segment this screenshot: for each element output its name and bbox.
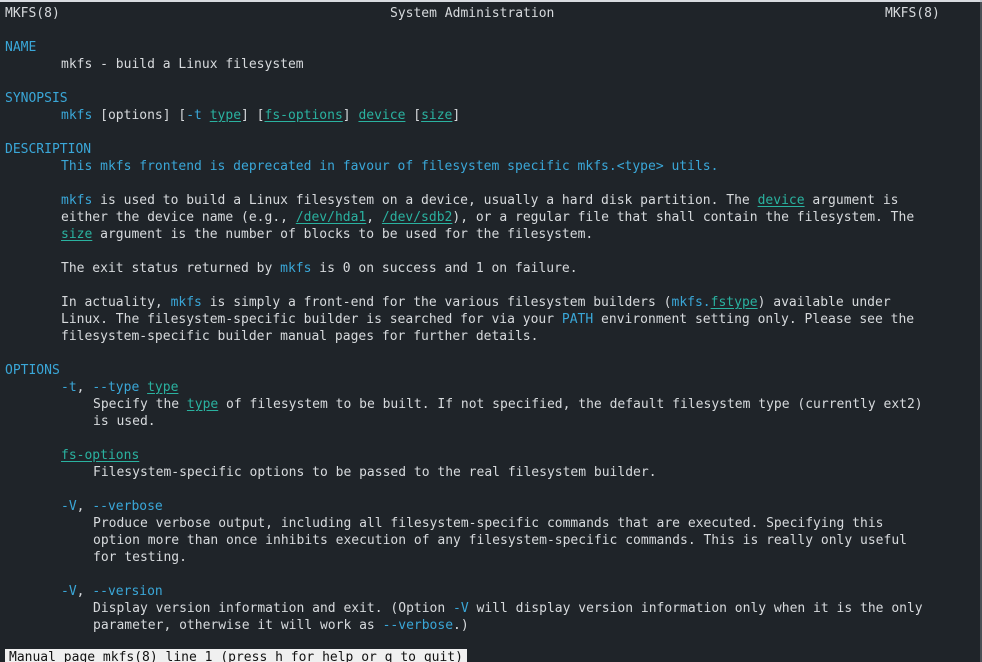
text <box>139 380 147 395</box>
description-paragraph-3-line-3: filesystem-specific builder manual pages… <box>61 329 539 344</box>
flag-V: -V <box>453 601 469 616</box>
text: , <box>76 380 93 395</box>
man-header-center: System Administration <box>390 6 555 21</box>
option-version-term: -V, --version <box>61 583 163 600</box>
type-arg-link[interactable]: type <box>147 380 178 395</box>
flag-verbose: --verbose <box>92 499 163 514</box>
option-type-desc-line-2: is used. <box>93 414 156 429</box>
text: In actuality, <box>61 295 171 310</box>
text: argument is <box>804 193 899 208</box>
text: Specify the <box>93 397 187 412</box>
pager-status-line: Manual page mkfs(8) line 1 (press h for … <box>5 649 467 662</box>
text: environment setting only. Please see the <box>593 312 915 327</box>
option-type-term: -t, --type type <box>61 379 178 396</box>
fs-options-link[interactable]: fs-options <box>61 448 139 463</box>
text: argument is the number of blocks to be u… <box>92 227 594 242</box>
text: of filesystem to be built. If not specif… <box>218 397 923 412</box>
synopsis-text <box>202 108 210 123</box>
synopsis-text: ] [ <box>241 108 265 123</box>
option-verbose-desc-line-3: for testing. <box>93 550 187 565</box>
synopsis-fs-options-link[interactable]: fs-options <box>265 108 343 123</box>
text: ) available under <box>757 295 891 310</box>
text: Linux. The filesystem-specific builder i… <box>61 312 562 327</box>
type-link[interactable]: type <box>187 397 218 412</box>
name-line: mkfs - build a Linux filesystem <box>61 57 304 72</box>
text: will display version information only wh… <box>468 601 923 616</box>
option-verbose-desc-line-2: option more than once inhibits execution… <box>93 533 907 548</box>
section-name-heading: NAME <box>5 40 37 55</box>
cmd-mkfs-dot: mkfs. <box>671 295 711 310</box>
dev-hda1-link[interactable]: /dev/hda1 <box>296 210 366 225</box>
synopsis-text: ] <box>452 108 461 123</box>
text: is used to build a Linux filesystem on a… <box>92 193 758 208</box>
dev-sdb2-link[interactable]: /dev/sdb2 <box>382 210 452 225</box>
text: .) <box>453 618 469 633</box>
fstype-link[interactable]: fstype <box>711 295 758 310</box>
flag-type: --type <box>92 380 140 395</box>
text: ), or a regular file that shall contain … <box>452 210 915 225</box>
flag-version: --version <box>92 584 163 599</box>
description-paragraph-1-line-1: mkfs is used to build a Linux filesystem… <box>61 192 898 209</box>
text: either the device name (e.g., <box>61 210 296 225</box>
text: is 0 on success and 1 on failure. <box>311 261 578 276</box>
synopsis-device-link[interactable]: device <box>358 108 405 123</box>
synopsis-t-flag: -t <box>186 108 202 123</box>
description-paragraph-1-line-2: either the device name (e.g., /dev/hda1,… <box>61 209 914 226</box>
section-options-heading: OPTIONS <box>5 363 60 378</box>
flag-t: -t <box>61 380 77 395</box>
window-top-border <box>0 0 982 2</box>
option-type-desc-line-1: Specify the type of filesystem to be bui… <box>93 396 923 413</box>
cmd-mkfs: mkfs <box>170 295 202 310</box>
flag-V: -V <box>61 499 77 514</box>
text: is simply a front-end for the various fi… <box>201 295 672 310</box>
path-env: PATH <box>561 312 594 327</box>
cmd-mkfs: mkfs <box>61 193 93 208</box>
text: parameter, otherwise it will work as <box>93 618 383 633</box>
text: , <box>76 499 93 514</box>
flag-verbose: --verbose <box>382 618 454 633</box>
text: , <box>76 584 93 599</box>
description-paragraph-2: The exit status returned by mkfs is 0 on… <box>61 260 578 277</box>
synopsis-text: [options] [ <box>92 108 187 123</box>
section-description-heading: DESCRIPTION <box>5 142 92 157</box>
option-fs-options-desc: Filesystem-specific options to be passed… <box>93 465 657 480</box>
option-fs-options-term: fs-options <box>61 447 139 464</box>
description-paragraph-1-line-3: size argument is the number of blocks to… <box>61 226 593 243</box>
option-version-desc-line-1: Display version information and exit. (O… <box>93 600 923 617</box>
synopsis-line: mkfs [options] [-t type] [fs-options] de… <box>61 107 460 124</box>
flag-V: -V <box>61 584 77 599</box>
option-verbose-desc-line-1: Produce verbose output, including all fi… <box>93 516 884 531</box>
description-paragraph-3-line-2: Linux. The filesystem-specific builder i… <box>61 311 914 328</box>
man-header-right: MKFS(8) <box>885 6 940 21</box>
text: , <box>366 210 382 225</box>
text: Display version information and exit. (O… <box>93 601 454 616</box>
size-link[interactable]: size <box>61 227 92 242</box>
synopsis-size-link[interactable]: size <box>421 108 452 123</box>
text: The exit status returned by <box>61 261 281 276</box>
cmd-mkfs: mkfs <box>280 261 312 276</box>
description-paragraph-3-line-1: In actuality, mkfs is simply a front-end… <box>61 294 891 311</box>
synopsis-cmd: mkfs <box>61 108 93 123</box>
deprecation-notice: This mkfs frontend is deprecated in favo… <box>61 159 719 174</box>
device-link[interactable]: device <box>758 193 805 208</box>
synopsis-text: ] <box>342 108 359 123</box>
man-header-left: MKFS(8) <box>5 6 60 21</box>
section-synopsis-heading: SYNOPSIS <box>5 91 68 106</box>
synopsis-type-link[interactable]: type <box>210 108 241 123</box>
option-version-desc-line-2: parameter, otherwise it will work as --v… <box>93 617 469 634</box>
option-verbose-term: -V, --verbose <box>61 498 163 515</box>
synopsis-text: [ <box>405 108 422 123</box>
